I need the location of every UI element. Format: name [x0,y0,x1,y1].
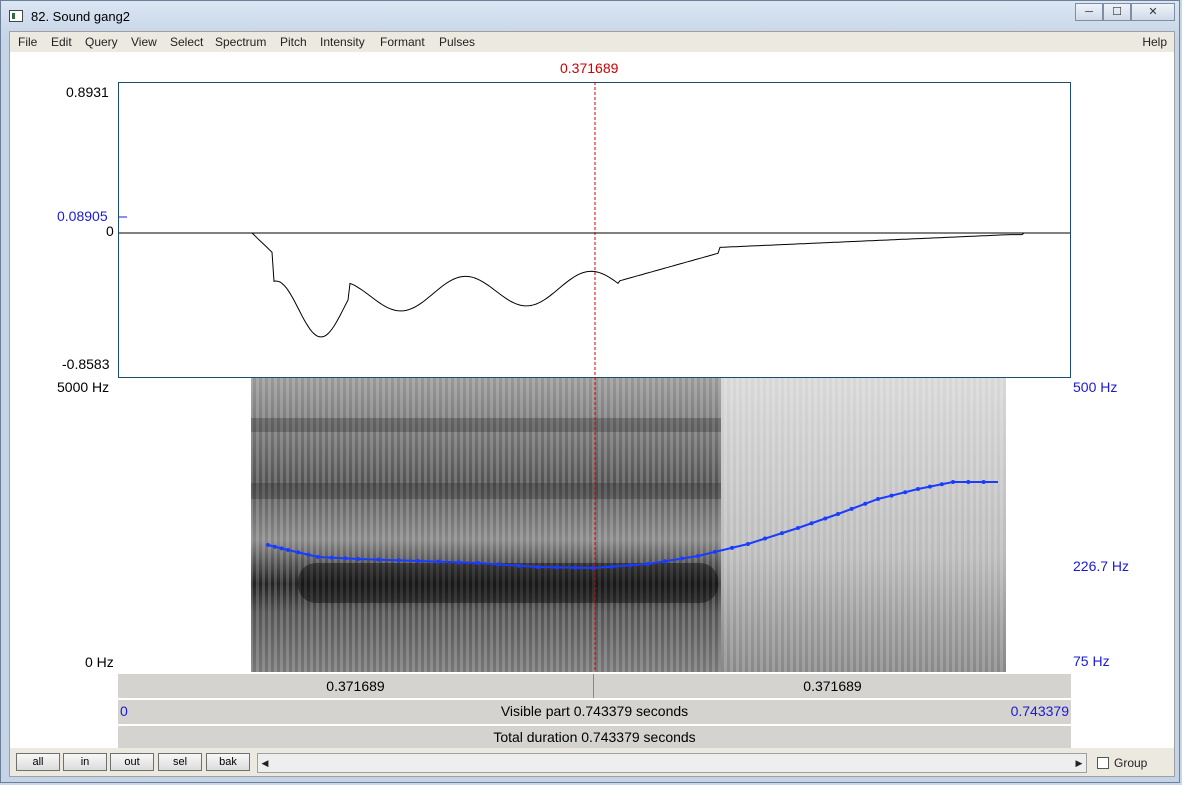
menu-pitch[interactable]: Pitch [280,35,307,49]
zoom-back-button[interactable]: bak [206,753,250,771]
menu-query[interactable]: Query [85,35,118,49]
visible-end-time: 0.743379 [1010,703,1069,719]
title-bar[interactable]: 82. Sound gang2 ─ ☐ ✕ [1,1,1181,31]
scroll-right-arrow-icon[interactable]: ▶ [1072,754,1086,772]
menu-intensity[interactable]: Intensity [320,35,365,49]
menu-formant[interactable]: Formant [380,35,425,49]
praat-sound-window: 82. Sound gang2 ─ ☐ ✕ File Edit Query Vi… [0,0,1180,783]
maximize-button[interactable]: ☐ [1103,3,1131,21]
app-icon [9,10,23,22]
editor-client: File Edit Query View Select Spectrum Pit… [9,31,1175,777]
visible-part-label: Visible part 0.743379 seconds [500,703,689,719]
bottom-toolbar: all in out sel bak ◀ ▶ Group [10,748,1174,776]
menu-edit[interactable]: Edit [51,35,72,49]
total-duration-bar[interactable]: Total duration 0.743379 seconds [118,726,1071,748]
sound-canvas[interactable]: 0.371689 0.8931 0.08905 0 -0.8583 5000 H… [10,52,1174,748]
selection-time-bar[interactable]: 0.371689 0.371689 [118,674,1071,698]
cursor-line-layer [594,82,596,672]
menu-file[interactable]: File [18,35,37,49]
zoom-in-button[interactable]: in [63,753,107,771]
visible-part-bar[interactable]: 0 Visible part 0.743379 seconds 0.743379 [118,700,1071,724]
window-title: 82. Sound gang2 [31,9,131,24]
zoom-out-button[interactable]: out [110,753,154,771]
menu-bar: File Edit Query View Select Spectrum Pit… [10,32,1174,52]
menu-help[interactable]: Help [1142,35,1167,49]
left-segment-time[interactable]: 0.371689 [118,674,594,698]
scroll-left-arrow-icon[interactable]: ◀ [258,754,272,772]
right-segment-time[interactable]: 0.371689 [594,674,1071,698]
zoom-all-button[interactable]: all [16,753,60,771]
minimize-button[interactable]: ─ [1075,3,1103,21]
menu-pulses[interactable]: Pulses [439,35,475,49]
horizontal-scrollbar[interactable]: ◀ ▶ [257,753,1087,773]
zoom-sel-button[interactable]: sel [158,753,202,771]
menu-view[interactable]: View [131,35,157,49]
menu-select[interactable]: Select [170,35,203,49]
menu-spectrum[interactable]: Spectrum [215,35,266,49]
close-button[interactable]: ✕ [1131,3,1175,21]
group-checkbox[interactable] [1097,757,1109,769]
group-label: Group [1114,756,1148,770]
